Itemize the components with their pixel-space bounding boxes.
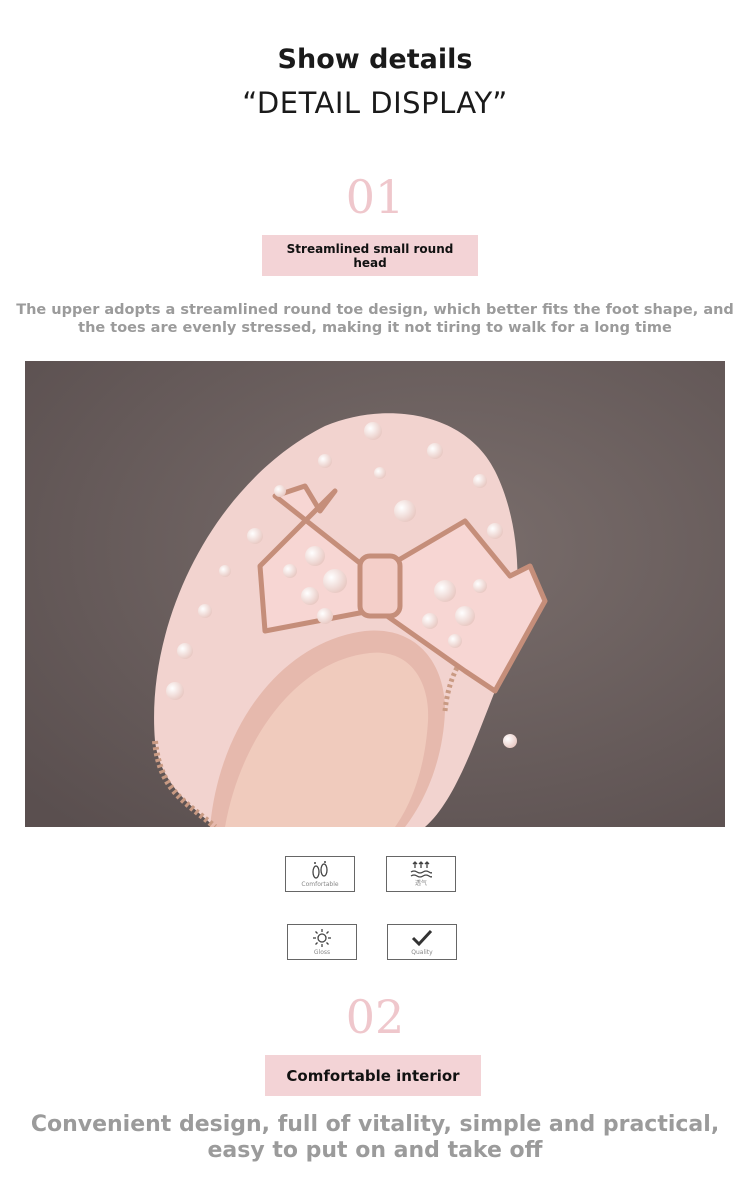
page-title: Show details	[277, 44, 473, 75]
feature-caption: Quality	[411, 949, 433, 956]
feature-gloss: Gloss	[287, 924, 357, 960]
feature-comfortable: Comfortable	[285, 856, 355, 892]
section-description-line1: Convenient design, full of vitality, sim…	[30, 1112, 720, 1137]
section-label: Comfortable interior	[286, 1066, 460, 1085]
section-label: Streamlined small round head	[286, 241, 454, 270]
feature-breathable: 透气	[386, 856, 456, 892]
footprint-icon	[312, 861, 328, 879]
feature-caption: Comfortable	[301, 881, 339, 888]
feature-quality: Quality	[387, 924, 457, 960]
section-description-line2: the toes are evenly stressed, making it …	[78, 320, 672, 336]
section-number-02: 02	[345, 990, 405, 1044]
section-number-01: 01	[345, 170, 405, 224]
checkmark-icon	[411, 929, 433, 947]
breathable-icon	[410, 861, 432, 878]
product-photo	[25, 361, 725, 827]
page-subtitle: “DETAIL DISPLAY”	[242, 86, 508, 120]
section-description-line1: The upper adopts a streamlined round toe…	[16, 302, 734, 318]
feature-caption: Gloss	[313, 949, 331, 956]
sun-icon	[313, 929, 331, 947]
section-description-line2: easy to put on and take off	[207, 1138, 543, 1163]
section-label-box: Comfortable interior	[265, 1055, 481, 1096]
shoe-illustration	[25, 361, 725, 827]
section-label-box: Streamlined small round head	[262, 235, 478, 276]
feature-caption: 透气	[414, 880, 427, 887]
